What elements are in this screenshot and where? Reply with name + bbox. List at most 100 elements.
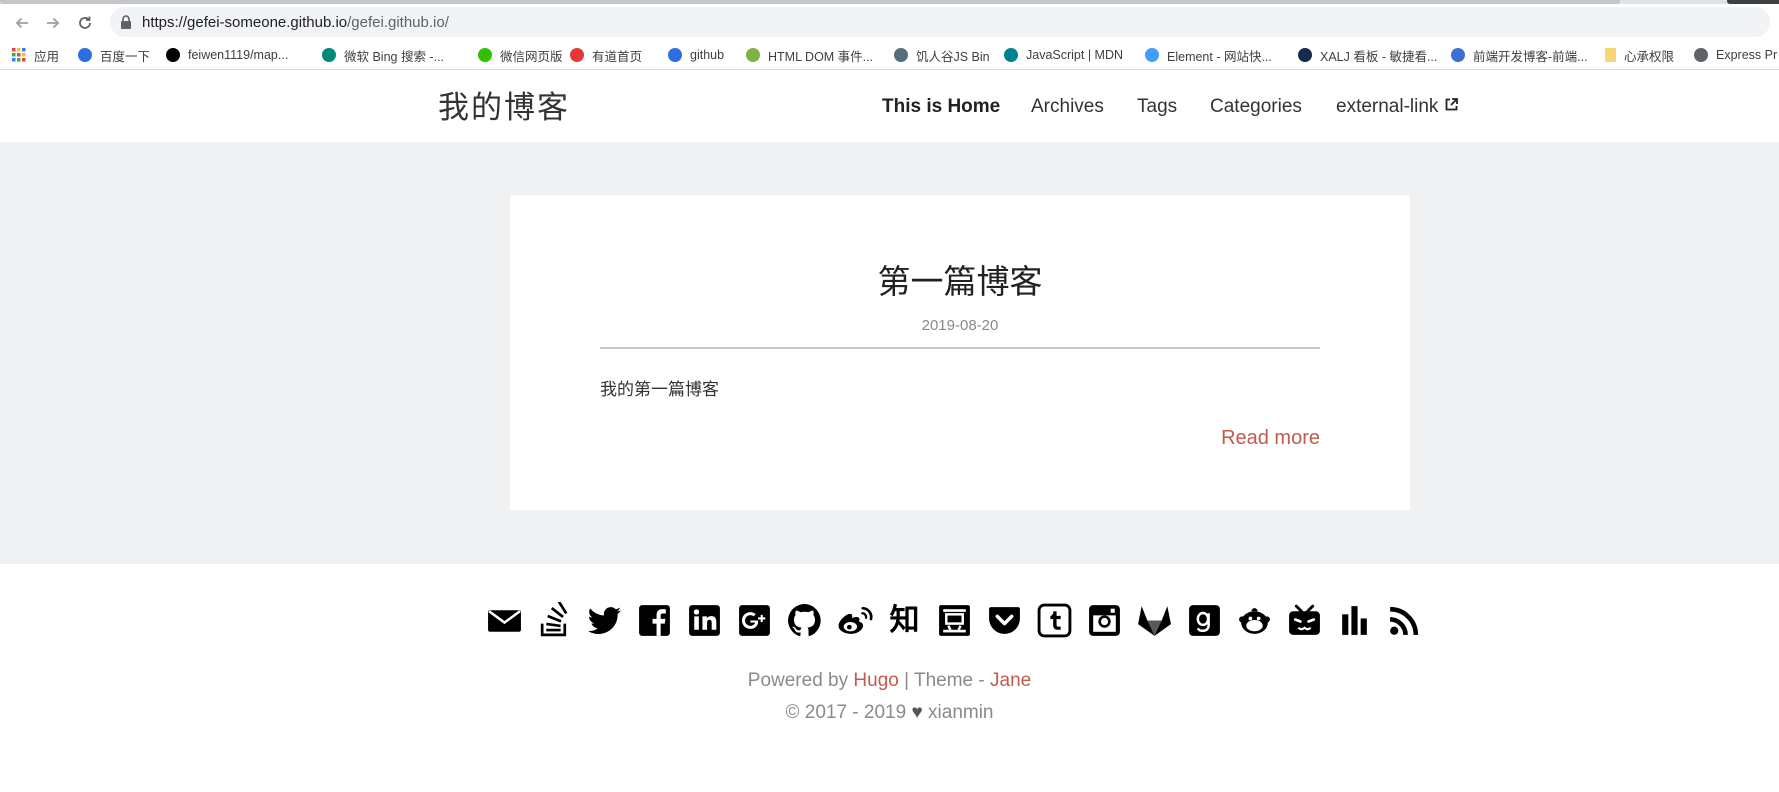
post-date: 2019-08-20 <box>921 317 999 334</box>
douban-icon[interactable] <box>936 602 973 639</box>
rss-icon[interactable] <box>1386 602 1423 639</box>
powered-by: Powered by Hugo | Theme - Jane <box>0 670 1779 692</box>
stackoverflow-icon[interactable] <box>536 602 573 639</box>
hugo-link[interactable]: Hugo <box>853 670 898 691</box>
bookmark-item[interactable]: XALJ 看板 - 敏捷看... <box>1298 45 1437 65</box>
bookmark-item[interactable]: 百度一下 <box>78 45 150 65</box>
element-icon <box>1145 48 1159 62</box>
jane-theme-link[interactable]: Jane <box>990 670 1031 691</box>
nav-item-tags[interactable]: Tags <box>1137 96 1177 122</box>
heart-icon: ♥ <box>911 702 923 723</box>
arrow-left-icon <box>15 17 28 29</box>
bookmark-item[interactable]: 应用 <box>12 45 59 65</box>
bookmark-label: HTML DOM 事件... <box>768 49 874 64</box>
bookmark-label: 应用 <box>34 49 60 64</box>
read-more-link[interactable]: Read more <box>1221 427 1320 450</box>
mdn-icon <box>1004 48 1018 62</box>
chart-bars-icon[interactable] <box>1336 602 1373 639</box>
url-host: https://gefei-someone.github.io <box>142 14 348 31</box>
instagram-icon[interactable] <box>1086 602 1123 639</box>
bookmark-label: github <box>690 48 725 62</box>
bilibili-mascot-icon[interactable] <box>1236 602 1273 639</box>
powered-separator: | Theme - <box>898 670 990 691</box>
bookmark-label: 百度一下 <box>100 49 151 64</box>
copyright-author: xianmin <box>922 702 994 723</box>
reload-button[interactable] <box>73 11 97 35</box>
bilibili-tv-icon[interactable] <box>1286 602 1323 639</box>
copyright-years: © 2017 - 2019 <box>785 702 912 723</box>
url-path: /gefei.github.io/ <box>347 14 449 31</box>
bookmark-label: JavaScript | MDN <box>1026 48 1124 62</box>
apps-grid-icon <box>12 48 26 62</box>
zhihu-glyph: 知 <box>889 603 920 638</box>
lock-icon <box>121 15 131 29</box>
bookmark-label: 微软 Bing 搜索 -... <box>344 49 445 64</box>
youdao-icon <box>570 48 584 62</box>
bookmark-item[interactable]: 心承权限 <box>1605 45 1674 65</box>
bookmark-label: XALJ 看板 - 敏捷看... <box>1320 49 1438 64</box>
bookmark-label: 心承权限 <box>1624 49 1675 64</box>
reload-icon <box>79 16 91 29</box>
post-summary: 我的第一篇博客 <box>600 380 719 400</box>
facebook-icon[interactable] <box>636 602 673 639</box>
powered-prefix: Powered by <box>747 670 854 691</box>
bookmark-label: 饥人谷JS Bin <box>916 49 990 64</box>
nav-item-archives[interactable]: Archives <box>1031 96 1104 122</box>
site-logo[interactable]: 我的博客 <box>438 82 570 127</box>
linkedin-icon[interactable] <box>686 602 723 639</box>
site-footer: 知 Powered by Hugo | Theme - Jane © 2017 … <box>0 564 1779 792</box>
post-title[interactable]: 第一篇博客 <box>510 255 1410 303</box>
bookmark-item[interactable]: 有道首页 <box>570 45 642 65</box>
blog-icon <box>1451 48 1465 62</box>
bookmark-label: 前端开发博客-前端... <box>1473 49 1588 64</box>
email-icon[interactable] <box>486 602 523 639</box>
nav-item-external-link[interactable]: external-link <box>1336 96 1459 122</box>
nav-item-home[interactable]: This is Home <box>882 96 1000 122</box>
gitlab-icon[interactable] <box>1136 602 1173 639</box>
weibo-icon[interactable] <box>836 602 873 639</box>
address-bar[interactable]: https://gefei-someone.github.io/gefei.gi… <box>110 7 1770 37</box>
baidu-paw-icon <box>668 48 682 62</box>
back-button[interactable] <box>10 11 34 35</box>
github-icon[interactable] <box>786 602 823 639</box>
bookmark-item[interactable]: Element - 网站快... <box>1145 45 1272 65</box>
nav-item-external-link-label: external-link <box>1336 96 1439 117</box>
bing-icon <box>322 48 336 62</box>
bookmark-item[interactable]: 微软 Bing 搜索 -... <box>322 45 444 65</box>
zhihu-icon[interactable]: 知 <box>886 602 923 639</box>
bookmark-label: Express Pr <box>1716 48 1778 62</box>
bookmarks-bar: 应用 百度一下 feiwen1119/map... 微软 Bing 搜索 -... 微信… <box>0 40 1779 70</box>
bookmark-label: feiwen1119/map... <box>188 48 289 62</box>
external-link-icon <box>1446 98 1459 111</box>
bookmark-item[interactable]: Express Pr <box>1694 45 1777 65</box>
arrow-right-icon <box>47 17 60 29</box>
bookmark-item[interactable]: 饥人谷JS Bin <box>894 45 990 65</box>
browser-toolbar: https://gefei-someone.github.io/gefei.gi… <box>0 4 1779 40</box>
runoob-icon <box>746 48 760 62</box>
post-divider <box>600 347 1320 349</box>
wechat-icon <box>478 48 492 62</box>
goodreads-icon[interactable] <box>1186 602 1223 639</box>
bookmark-label: 有道首页 <box>592 49 643 64</box>
social-links: 知 <box>486 602 1436 642</box>
bookmark-item[interactable]: HTML DOM 事件... <box>746 45 873 65</box>
globe-icon <box>1694 48 1708 62</box>
folder-icon <box>1605 48 1616 62</box>
url-text: https://gefei-someone.github.io/gefei.gi… <box>142 14 449 31</box>
copyright: © 2017 - 2019 ♥ xianmin <box>0 702 1779 724</box>
forward-button[interactable] <box>41 11 65 35</box>
bookmark-item[interactable]: feiwen1119/map... <box>166 45 288 65</box>
bookmark-item[interactable]: 微信网页版 <box>478 45 563 65</box>
nav-item-categories[interactable]: Categories <box>1210 96 1302 122</box>
site-header: 我的博客 This is Home Archives Tags Categori… <box>0 72 1779 142</box>
baidu-paw-icon <box>78 48 92 62</box>
google-plus-icon[interactable] <box>736 602 773 639</box>
bookmark-item[interactable]: github <box>668 45 724 65</box>
pocket-icon[interactable] <box>986 602 1023 639</box>
bookmark-item[interactable]: 前端开发博客-前端... <box>1451 45 1588 65</box>
twitter-icon[interactable] <box>586 602 623 639</box>
bookmark-label: 微信网页版 <box>500 49 563 64</box>
bookmark-item[interactable]: JavaScript | MDN <box>1004 45 1123 65</box>
tumblr-icon[interactable] <box>1036 602 1073 639</box>
jsbin-icon <box>894 48 908 62</box>
